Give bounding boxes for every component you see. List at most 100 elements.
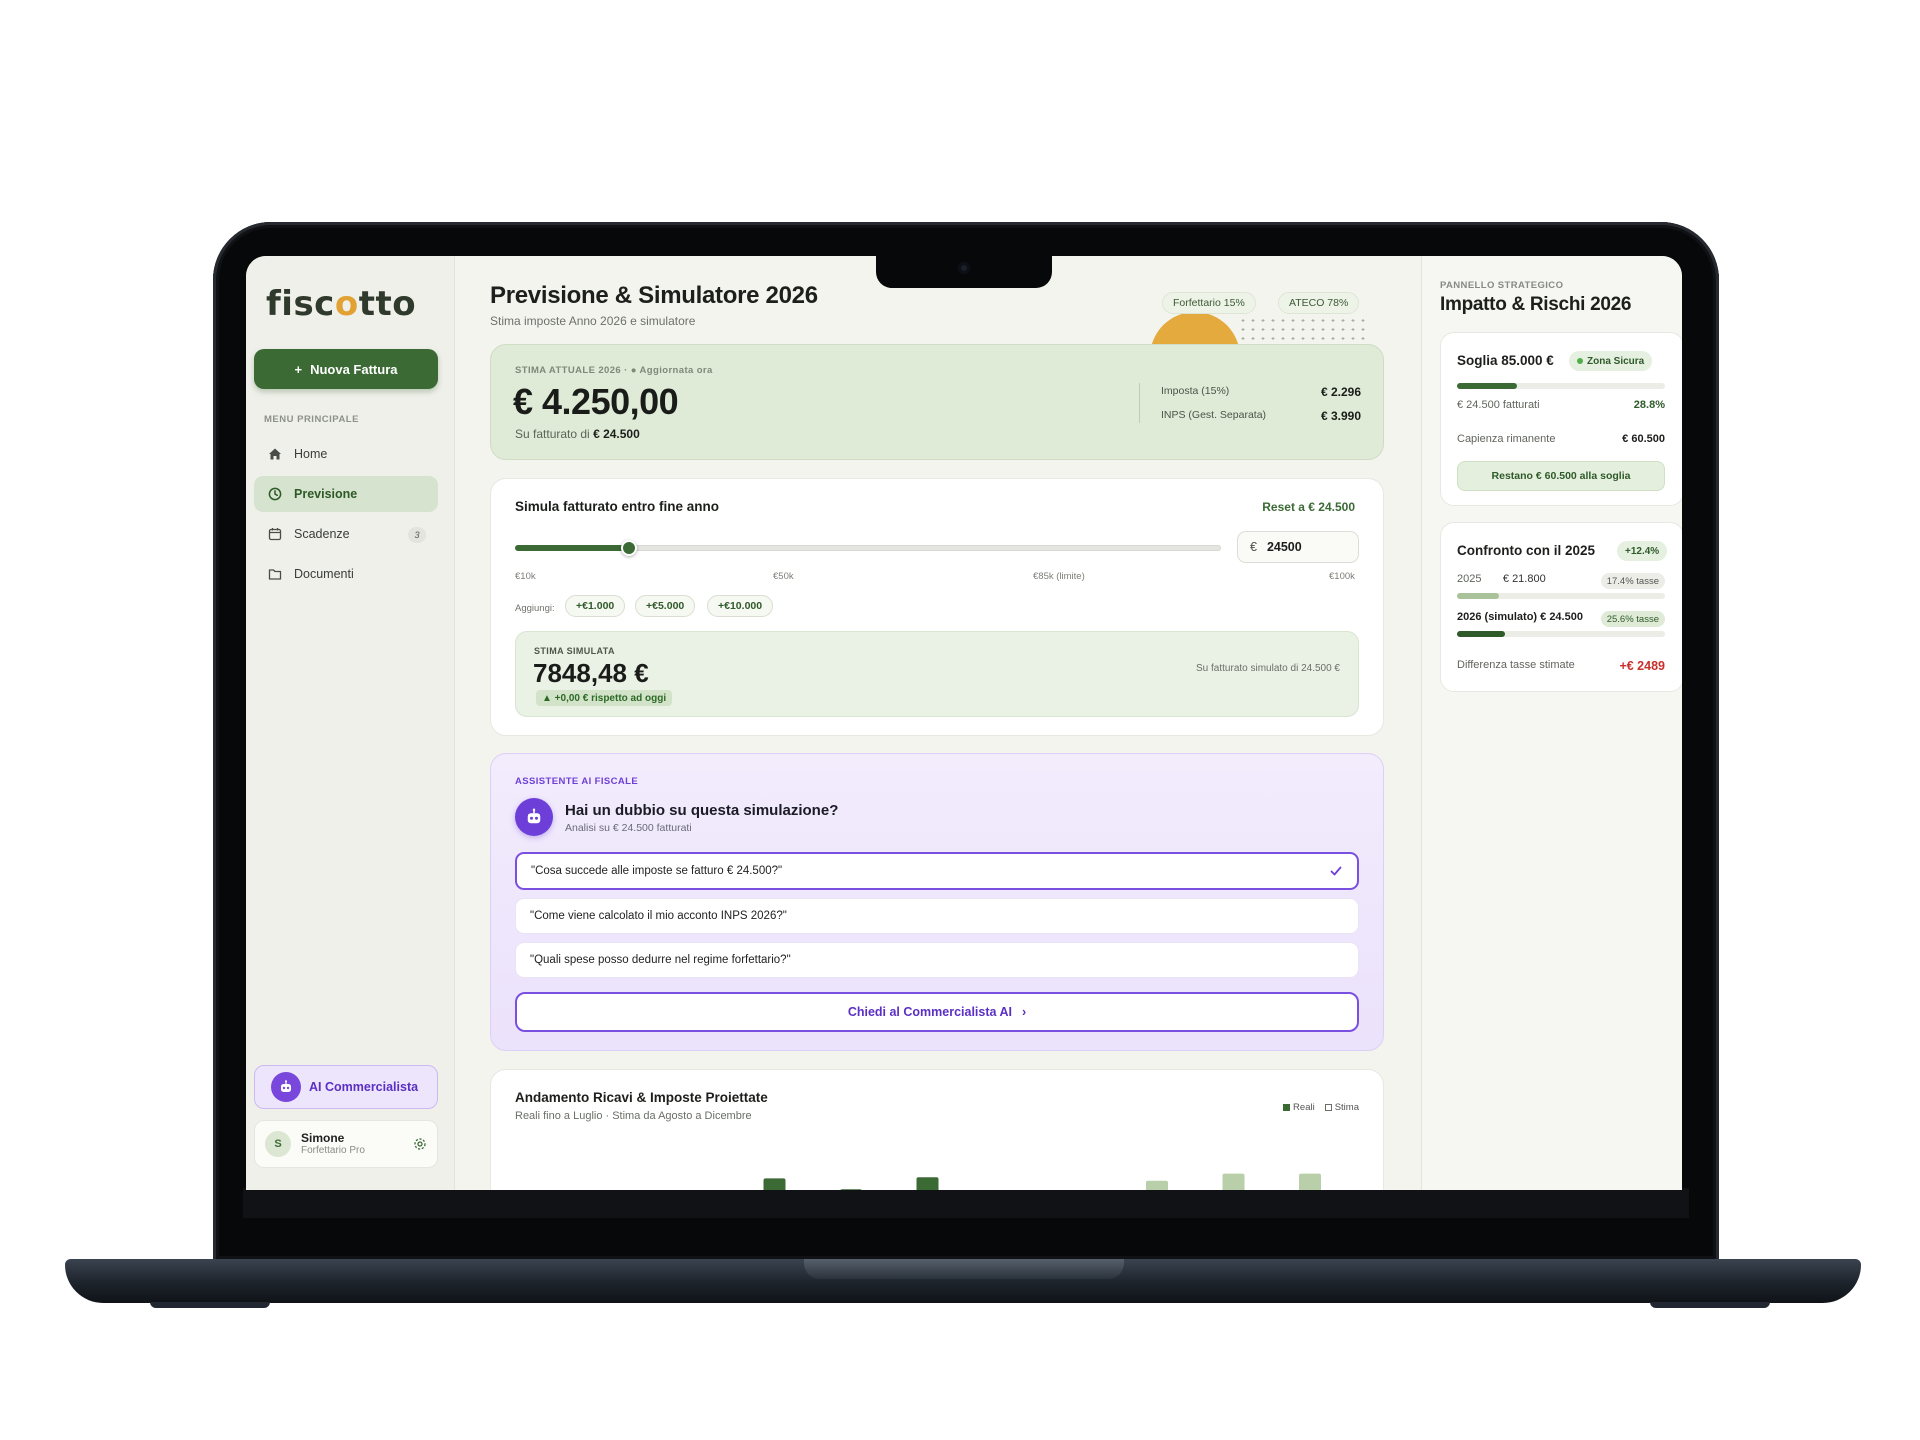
logo[interactable]: fiscotto	[266, 284, 416, 324]
page-title: Previsione & Simulatore 2026	[490, 282, 818, 309]
folder-icon	[268, 567, 282, 581]
revenue-input[interactable]: € 24500	[1237, 531, 1359, 563]
slider-tick-label: €100k	[1329, 571, 1355, 582]
sidebar-item-scadenze[interactable]: Scadenze 3	[254, 516, 438, 552]
year-2025-label: 2025 € 21.800	[1457, 573, 1546, 589]
delta-badge: ▲ +0,00 € rispetto ad oggi	[536, 690, 673, 706]
revenue-simulator-card: Simula fatturato entro fine anno Reset a…	[490, 478, 1384, 736]
app-screen: fiscotto + Nuova Fattura MENU PRINCIPALE…	[246, 256, 1682, 1190]
tax-difference-label: Differenza tasse stimate	[1457, 659, 1575, 671]
clock-icon	[268, 487, 282, 501]
simulator-title: Simula fatturato entro fine anno	[515, 499, 720, 514]
tax-row-inps: INPS (Gest. Separata) € 3.990	[1161, 409, 1361, 423]
new-invoice-label: Nuova Fattura	[310, 361, 398, 377]
capacity-label: Capienza rimanente	[1457, 433, 1556, 445]
sidebar-item-label: Previsione	[294, 487, 358, 501]
tax-label: INPS (Gest. Separata)	[1161, 409, 1267, 421]
dots-decoration	[1238, 316, 1368, 342]
simulated-note: Su fatturato simulato di 24.500 €	[1196, 663, 1340, 674]
panel-title: Impatto & Rischi 2026	[1440, 294, 1632, 315]
question-option[interactable]: "Come viene calcolato il mio acconto INP…	[515, 898, 1359, 934]
growth-badge: +12.4%	[1617, 541, 1668, 561]
sidebar-item-label: Home	[294, 447, 328, 461]
panel-label: PANNELLO STRATEGICO	[1440, 280, 1564, 291]
add-label: Aggiungi:	[515, 603, 555, 614]
question-text: "Quali spese posso dedurre nel regime fo…	[530, 954, 791, 966]
status-badge-label: Zona Sicura	[1587, 355, 1645, 367]
year-label: 2025	[1457, 573, 1482, 585]
threshold-remaining-button[interactable]: Restano € 60.500 alla soglia	[1457, 461, 1665, 491]
avatar: S	[265, 1131, 291, 1157]
ai-commercialista-button[interactable]: AI Commercialista	[254, 1065, 438, 1109]
revenue-chart-card: Andamento Ricavi & Imposte Proiettate Re…	[490, 1069, 1384, 1190]
chart-bar-9	[1146, 1180, 1168, 1190]
slider-thumb[interactable]	[620, 540, 637, 556]
tax-difference-value: +€ 2489	[1619, 659, 1665, 673]
question-option[interactable]: "Cosa succede alle imposte se fatturo € …	[515, 852, 1359, 890]
chart-bar-5	[840, 1189, 862, 1190]
estimate-label: STIMA ATTUALE 2026 · ● Aggiornata ora	[515, 365, 713, 376]
revenue-input-value: 24500	[1266, 540, 1302, 554]
question-text: "Come viene calcolato il mio acconto INP…	[530, 910, 787, 922]
slider-fill	[515, 545, 629, 551]
user-profile[interactable]: S Simone Forfettario Pro	[254, 1120, 438, 1168]
ask-ai-label: Chiedi al Commercialista AI	[847, 1005, 1012, 1019]
tax-rate-pill: 17.4% tasse	[1600, 573, 1665, 589]
simulated-value: 7848,48 €	[533, 658, 649, 688]
ai-assistant-panel: ASSISTENTE AI FISCALE Hai un dubbio su q…	[490, 753, 1384, 1051]
slider-tick-label: €85k (limite)	[1033, 571, 1085, 582]
assistant-label: ASSISTENTE AI FISCALE	[515, 776, 639, 787]
estimate-revenue-prefix: Su fatturato di	[515, 427, 590, 441]
simulated-label: STIMA SIMULATA	[534, 646, 615, 656]
year-value: € 21.800	[1502, 573, 1546, 585]
tax-label: Imposta (15%)	[1161, 385, 1230, 397]
add-1000-button[interactable]: +€1.000	[565, 595, 626, 617]
simulated-estimate: STIMA SIMULATA 7848,48 € ▲ +0,00 € rispe…	[515, 631, 1359, 717]
ask-ai-button[interactable]: Chiedi al Commercialista AI ›	[515, 992, 1359, 1032]
chart-bar-11	[1299, 1173, 1321, 1190]
regime-chip: Forfettario 15%	[1162, 292, 1256, 314]
sidebar-item-label: Documenti	[294, 567, 354, 581]
sidebar-item-label: Scadenze	[294, 527, 350, 541]
year-2025-progress	[1457, 593, 1665, 599]
add-10000-button[interactable]: +€10.000	[707, 595, 774, 617]
reset-link[interactable]: Reset a € 24.500	[1262, 500, 1355, 514]
slider-tick-label: €10k	[515, 571, 536, 582]
invoiced-pct: 28.8%	[1633, 399, 1665, 411]
invoiced-row: € 24.500 fatturati 28.8%	[1457, 399, 1665, 411]
capacity-value: € 60.500	[1622, 433, 1665, 445]
comparison-card: Confronto con il 2025 +12.4% 2025 € 21.8…	[1440, 522, 1682, 692]
revenue-slider[interactable]	[515, 540, 1221, 556]
menu-section-label: MENU PRINCIPALE	[264, 414, 359, 425]
sidebar-item-previsione[interactable]: Previsione	[254, 476, 438, 512]
camera-notch	[876, 256, 1052, 288]
gear-icon[interactable]	[413, 1137, 427, 1156]
threshold-title: Soglia 85.000 €	[1457, 353, 1554, 368]
ai-button-label: AI Commercialista	[309, 1080, 419, 1094]
year-2026-row: 2026 (simulato) € 24.500 25.6% tasse	[1457, 611, 1665, 627]
count-badge: 3	[408, 527, 426, 543]
laptop-hinge	[804, 1259, 1124, 1279]
bar-chart	[763, 1173, 1321, 1190]
current-estimate-card: STIMA ATTUALE 2026 · ● Aggiornata ora € …	[490, 344, 1384, 460]
ateco-chip: ATECO 78%	[1278, 292, 1360, 314]
new-invoice-button[interactable]: + Nuova Fattura	[254, 349, 438, 389]
sidebar-item-home[interactable]: Home	[254, 436, 438, 472]
tax-difference-row: Differenza tasse stimate +€ 2489	[1457, 659, 1665, 673]
status-badge: Zona Sicura	[1569, 351, 1653, 371]
add-5000-button[interactable]: +€5.000	[635, 595, 696, 617]
estimate-revenue-value: € 24.500	[593, 427, 640, 441]
tax-row-imposta: Imposta (15%) € 2.296	[1161, 385, 1361, 399]
estimate-revenue-note: Su fatturato di € 24.500	[515, 427, 640, 441]
invoiced-label: € 24.500 fatturati	[1457, 399, 1540, 411]
main-content: Previsione & Simulatore 2026 Stima impos…	[456, 256, 1420, 1190]
threshold-card: Soglia 85.000 € Zona Sicura € 24.500 fat…	[1440, 332, 1682, 506]
year-2026-progress	[1457, 631, 1665, 637]
sidebar-item-documenti[interactable]: Documenti	[254, 556, 438, 592]
question-option[interactable]: "Quali spese posso dedurre nel regime fo…	[515, 942, 1359, 978]
chevron-right-icon: ›	[1022, 1005, 1027, 1019]
strategic-panel: PANNELLO STRATEGICO Impatto & Rischi 202…	[1421, 256, 1682, 1190]
home-icon	[268, 447, 282, 461]
tax-rate-pill: 25.6% tasse	[1600, 611, 1665, 627]
laptop-foot	[1650, 1302, 1770, 1308]
